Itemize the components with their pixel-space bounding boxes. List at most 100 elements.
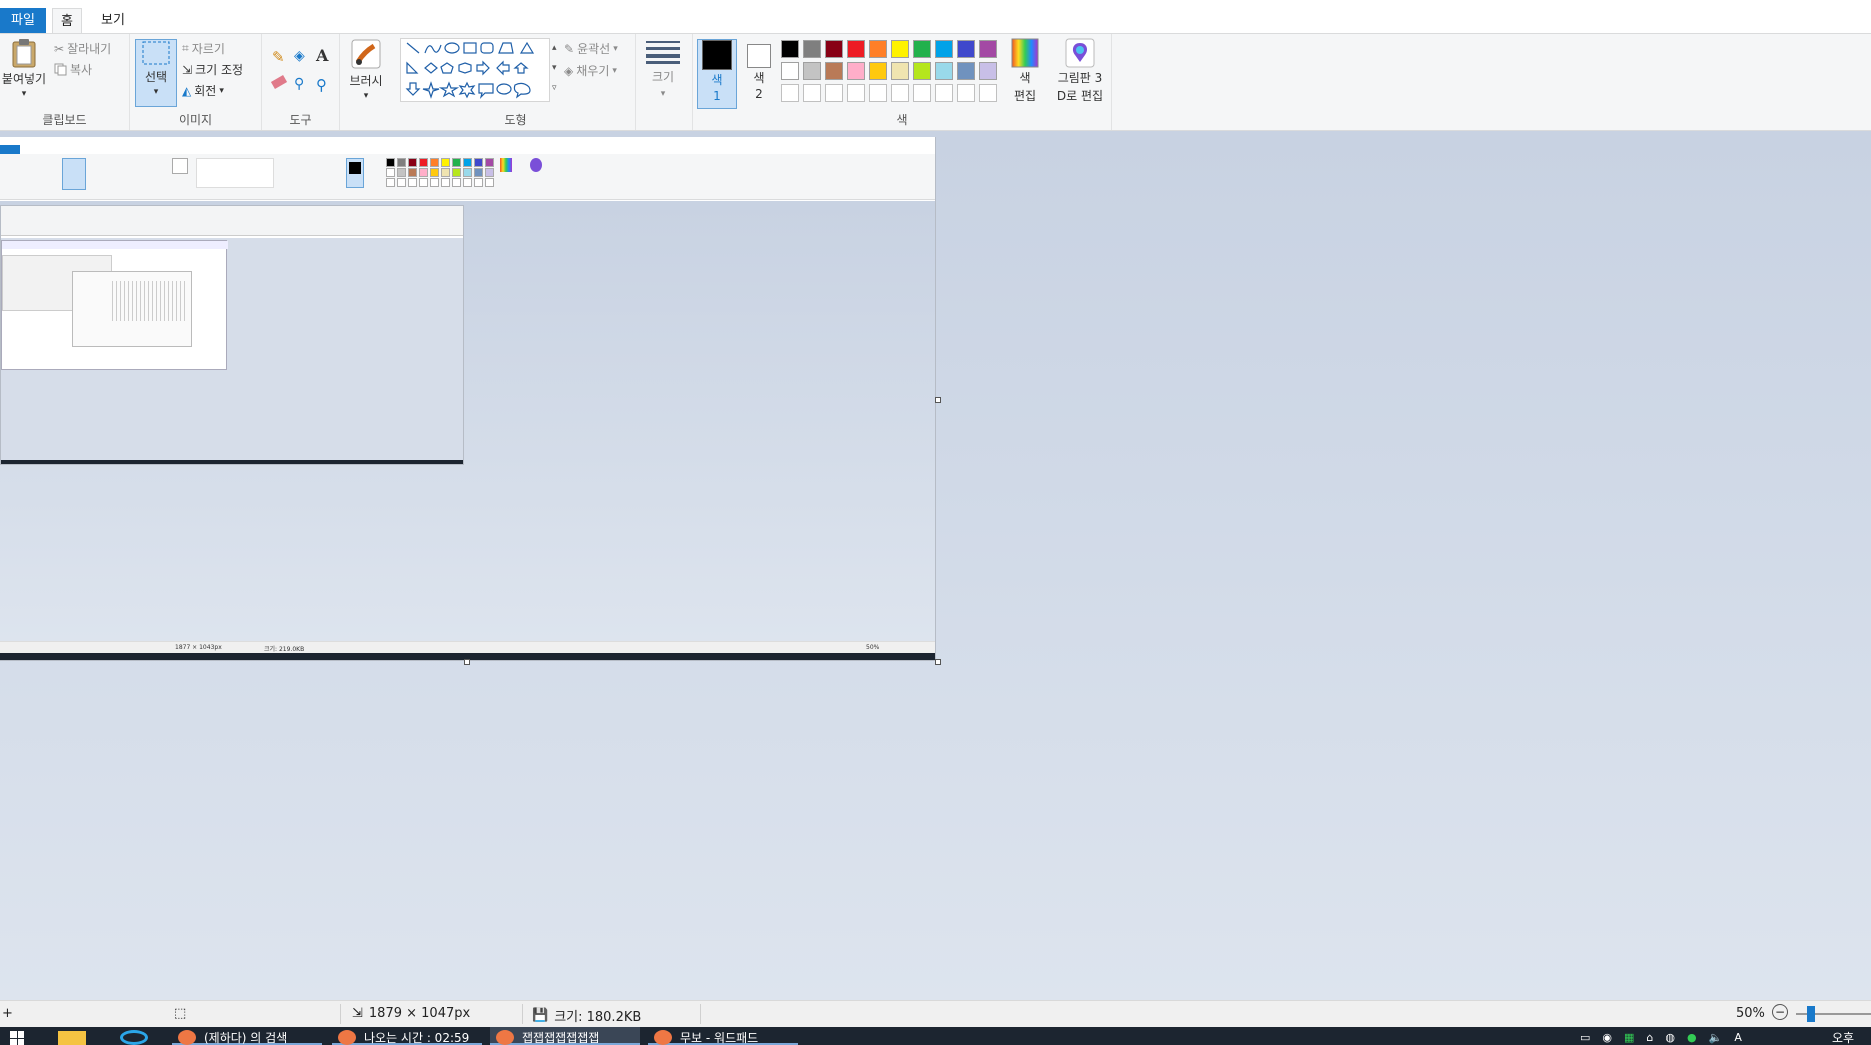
zoom-slider[interactable] bbox=[1796, 1006, 1871, 1022]
tray-icon[interactable]: ● bbox=[1687, 1031, 1697, 1045]
color-picker-tool[interactable]: ⚲ bbox=[294, 76, 304, 92]
wordpad-icon bbox=[654, 1030, 672, 1045]
resize-handle-bottom[interactable] bbox=[464, 659, 470, 665]
crop-button[interactable]: ⌗ 자르기 bbox=[182, 40, 225, 57]
magnifier-tool[interactable]: ⚲ bbox=[316, 76, 327, 94]
nested-palette-swatch bbox=[419, 178, 428, 187]
color2-button[interactable]: 색 2 bbox=[741, 44, 777, 108]
size-button[interactable]: 크기 ▾ bbox=[644, 40, 682, 106]
chevron-down-icon: ▾ bbox=[153, 87, 159, 97]
clock[interactable]: 오후 11 bbox=[1832, 1029, 1871, 1045]
canvas-workspace[interactable]: 1877 × 1043px 크기: 219.0KB 50% bbox=[0, 131, 1871, 1000]
palette-swatch[interactable] bbox=[803, 40, 821, 58]
palette-swatch[interactable] bbox=[869, 40, 887, 58]
resize-handle-right[interactable] bbox=[935, 397, 941, 403]
palette-swatch[interactable] bbox=[803, 62, 821, 80]
fill-button[interactable]: ◈ 채우기 ▾ bbox=[564, 62, 617, 79]
taskbar-item[interactable]: 무보 - 워드패드 bbox=[648, 1027, 798, 1045]
tab-view[interactable]: 보기 bbox=[92, 8, 134, 33]
eraser-tool[interactable] bbox=[270, 75, 288, 89]
nested-palette-swatch bbox=[441, 168, 450, 177]
palette-swatch[interactable] bbox=[891, 40, 909, 58]
taskbar-item-label: (제하다) 의 검색 bbox=[204, 1031, 288, 1045]
ribbon-tabs: 파일 홈 보기 bbox=[0, 8, 1871, 33]
custom-color-slot[interactable] bbox=[869, 84, 887, 102]
outline-button[interactable]: ✎ 윤곽선 ▾ bbox=[564, 40, 618, 57]
resize-label: 크기 조정 bbox=[195, 63, 244, 77]
file-explorer-icon[interactable] bbox=[58, 1031, 86, 1045]
palette-swatch[interactable] bbox=[935, 62, 953, 80]
resize-handle-corner[interactable] bbox=[935, 659, 941, 665]
palette-swatch[interactable] bbox=[913, 40, 931, 58]
palette-swatch[interactable] bbox=[825, 62, 843, 80]
nested-palette-swatch bbox=[430, 168, 439, 177]
rotate-button[interactable]: ◭ 회전 ▾ bbox=[182, 82, 224, 99]
custom-color-slot[interactable] bbox=[803, 84, 821, 102]
size-label: 크기 bbox=[651, 70, 675, 84]
nested-size: 크기: 219.0KB bbox=[264, 646, 305, 653]
copy-button[interactable]: 복사 bbox=[54, 61, 92, 78]
nested-palette-swatch bbox=[463, 168, 472, 177]
tab-home[interactable]: 홈 bbox=[52, 8, 82, 33]
custom-color-slot[interactable] bbox=[847, 84, 865, 102]
ime-icon[interactable]: A bbox=[1734, 1031, 1742, 1045]
custom-color-slot[interactable] bbox=[957, 84, 975, 102]
palette-swatch[interactable] bbox=[847, 40, 865, 58]
palette-swatch[interactable] bbox=[957, 40, 975, 58]
color2-label: 색 bbox=[753, 71, 765, 85]
zoom-out-button[interactable]: − bbox=[1772, 1004, 1788, 1020]
palette-swatch[interactable] bbox=[869, 62, 887, 80]
shapes-scroll[interactable]: ▴ ▾ ▿ bbox=[552, 38, 557, 98]
taskbar-item[interactable]: 잽잽잽잽잽잽잽 bbox=[490, 1027, 640, 1045]
palette-swatch[interactable] bbox=[913, 62, 931, 80]
brushes-button[interactable]: 브러시 ▾ bbox=[344, 38, 388, 108]
custom-color-slot[interactable] bbox=[913, 84, 931, 102]
palette-swatch[interactable] bbox=[957, 62, 975, 80]
paint3d-button[interactable]: 그림판 3 D로 편집 bbox=[1052, 38, 1108, 110]
windows-start-icon[interactable] bbox=[10, 1031, 24, 1045]
paste-button[interactable]: 붙여넣기 ▾ bbox=[2, 38, 46, 102]
palette-swatch[interactable] bbox=[781, 62, 799, 80]
title-bar bbox=[0, 0, 1871, 8]
taskbar-item[interactable]: 나오는 시간 : 02:59 bbox=[332, 1027, 482, 1045]
tray-icon[interactable]: ▦ bbox=[1624, 1031, 1634, 1045]
palette-swatch[interactable] bbox=[891, 62, 909, 80]
status-separator bbox=[340, 1004, 341, 1024]
custom-color-slot[interactable] bbox=[979, 84, 997, 102]
taskbar-item[interactable]: (제하다) 의 검색 bbox=[172, 1027, 322, 1045]
cut-button[interactable]: ✂ 잘라내기 bbox=[54, 40, 111, 57]
nested-select-button bbox=[62, 158, 86, 190]
crop-label: 자르기 bbox=[191, 42, 225, 56]
custom-color-slot[interactable] bbox=[935, 84, 953, 102]
tray-icon[interactable]: ◍ bbox=[1665, 1031, 1675, 1045]
palette-swatch[interactable] bbox=[847, 62, 865, 80]
tray-icon[interactable]: ◉ bbox=[1602, 1031, 1612, 1045]
custom-color-slot[interactable] bbox=[825, 84, 843, 102]
palette-swatch[interactable] bbox=[979, 62, 997, 80]
resize-button[interactable]: ⇲ 크기 조정 bbox=[182, 61, 243, 78]
paste-label: 붙여넣기 bbox=[1, 72, 47, 86]
zoom-value: 50% bbox=[1736, 1006, 1765, 1021]
nested-palette-swatch bbox=[397, 168, 406, 177]
text-tool[interactable]: A bbox=[316, 46, 328, 65]
edge-icon[interactable] bbox=[120, 1030, 148, 1045]
palette-swatch[interactable] bbox=[935, 40, 953, 58]
palette-swatch[interactable] bbox=[825, 40, 843, 58]
drawing-canvas[interactable]: 1877 × 1043px 크기: 219.0KB 50% bbox=[0, 137, 936, 661]
pencil-tool[interactable]: ✎ bbox=[272, 48, 285, 66]
volume-icon[interactable]: 🔈 bbox=[1709, 1031, 1723, 1045]
palette-swatch[interactable] bbox=[979, 40, 997, 58]
palette-swatch[interactable] bbox=[781, 40, 799, 58]
tray-icon[interactable]: ▭ bbox=[1580, 1031, 1590, 1045]
tray-icon[interactable]: ⌂ bbox=[1646, 1031, 1653, 1045]
nested-palette-swatch bbox=[485, 168, 494, 177]
select-button[interactable]: 선택 ▾ bbox=[135, 39, 177, 107]
shapes-gallery[interactable] bbox=[400, 38, 550, 102]
edit-colors-button[interactable]: 색 편집 bbox=[1003, 38, 1047, 110]
custom-color-slot[interactable] bbox=[781, 84, 799, 102]
zoom-slider-thumb[interactable] bbox=[1807, 1006, 1815, 1022]
fill-tool[interactable]: ◈ bbox=[294, 48, 305, 64]
color1-button[interactable]: 색 1 bbox=[697, 39, 737, 109]
custom-color-slot[interactable] bbox=[891, 84, 909, 102]
tab-file[interactable]: 파일 bbox=[0, 8, 46, 33]
